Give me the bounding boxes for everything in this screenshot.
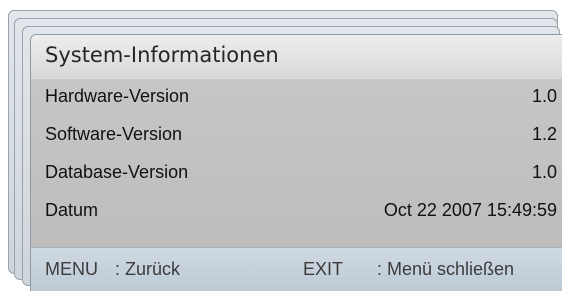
info-list: Hardware-Version 1.0 Software-Version 1.… <box>31 79 562 247</box>
info-value: 1.0 <box>531 162 557 182</box>
info-value: 1.2 <box>531 124 557 144</box>
exit-key-hint[interactable]: EXIT <box>303 259 343 280</box>
close-menu-hint-label: : Menü schließen <box>377 259 515 279</box>
key-hint-bar: MENU : Zurück EXIT : Menü schließen <box>31 247 562 291</box>
info-label: Hardware-Version <box>45 86 190 106</box>
info-label: Database-Version <box>45 162 189 182</box>
info-row-database-version: Database-Version 1.0 <box>31 155 562 191</box>
info-label: Software-Version <box>45 124 183 144</box>
dialog-title: System-Informationen <box>45 43 279 67</box>
info-row-software-version: Software-Version 1.2 <box>31 117 562 153</box>
back-hint-label: : Zurück <box>115 259 181 279</box>
dialog-title-bar: System-Informationen <box>31 35 562 79</box>
menu-key-hint[interactable]: MENU <box>45 259 98 280</box>
info-row-date: Datum Oct 22 2007 15:49:59 <box>31 193 562 229</box>
info-row-hardware-version: Hardware-Version 1.0 <box>31 79 562 115</box>
info-label: Datum <box>45 200 99 220</box>
info-value: Oct 22 2007 15:49:59 <box>383 200 557 220</box>
system-info-dialog: System-Informationen Hardware-Version 1.… <box>30 34 562 291</box>
info-value: 1.0 <box>531 86 557 106</box>
